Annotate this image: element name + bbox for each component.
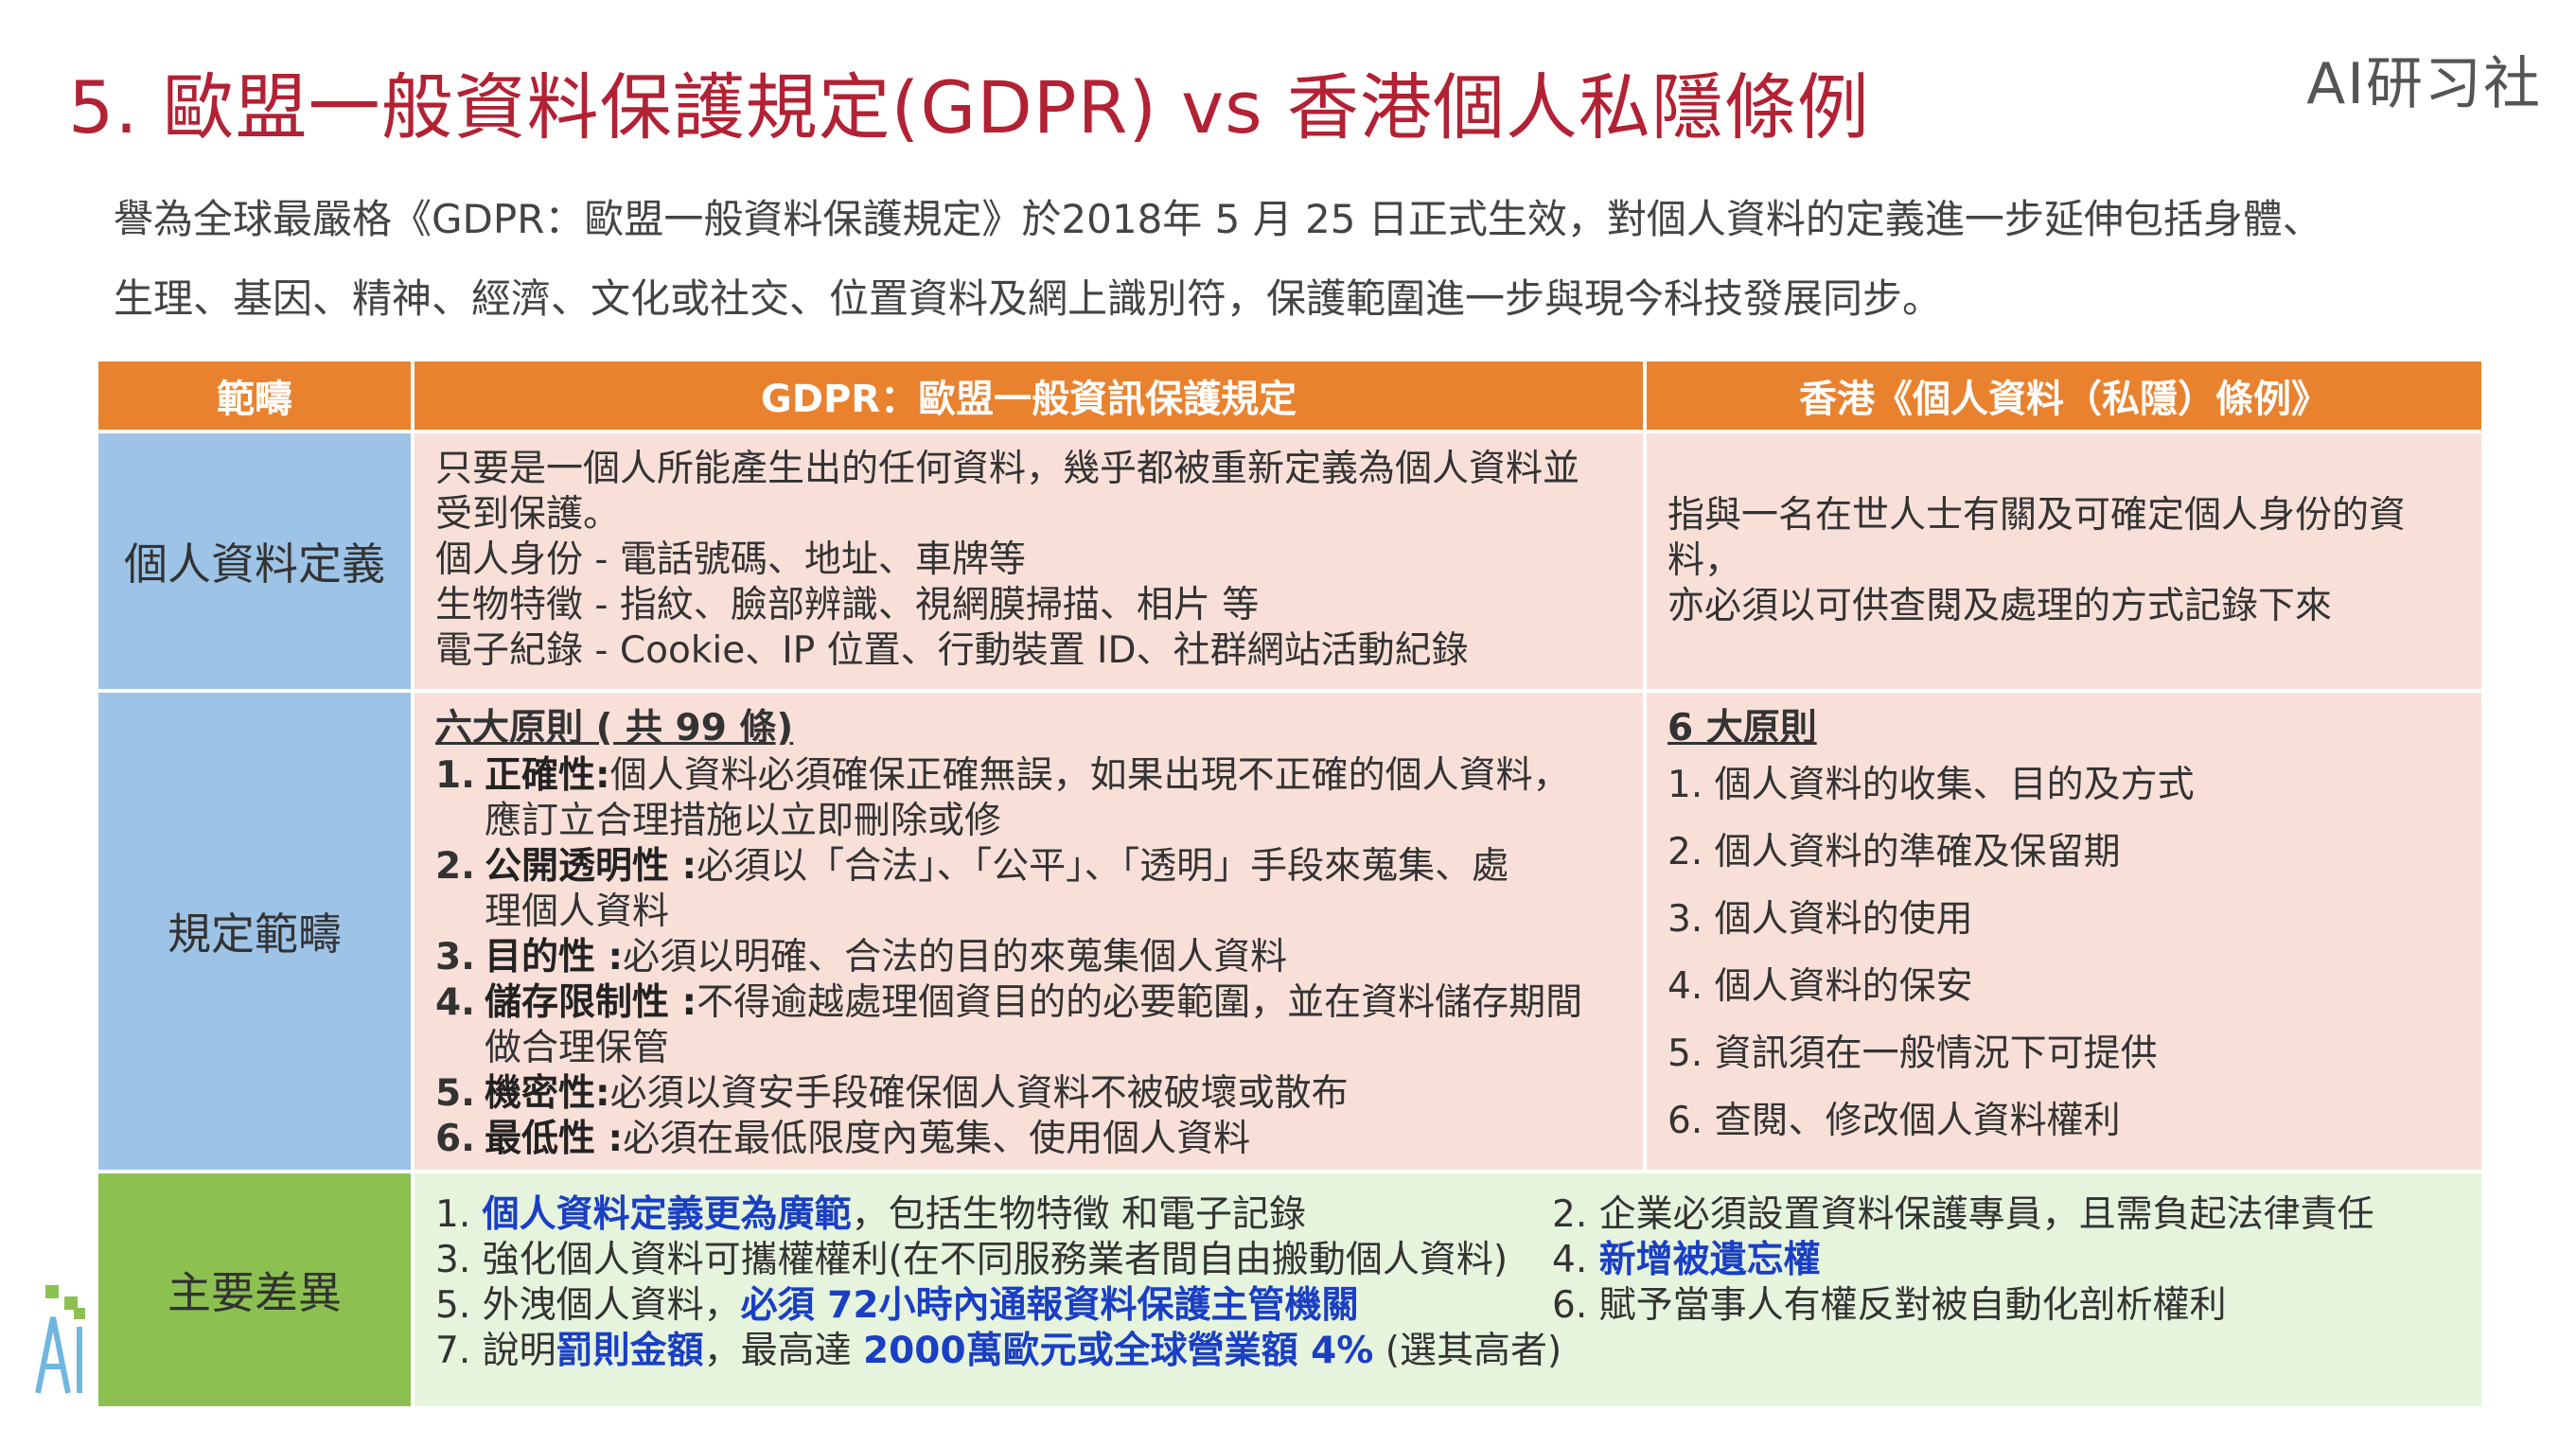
header-gdpr: GDPR：歐盟一般資訊保護規定 [415,362,1643,430]
principle-term: 公開透明性 : [484,845,697,888]
item-number: 6. [435,1118,475,1160]
hk-def-line: 指與一名在世人士有關及可確定個人身份的資料， [1667,494,2407,582]
gdpr-principles-heading: 六大原則 ( 共 99 條) [435,707,794,749]
table-row-personal-data: 個人資料定義 只要是一個人所能產生出的任何資料，幾乎都被重新定義為個人資料並 受… [98,433,2481,689]
principle-continued: 應訂立合理措施以立即刪除或修 [485,800,1002,842]
header-category: 範疇 [98,362,411,430]
differences-right-column: 2. 企業必須設置資料保護專員，且需負起法律責任 4. 新增被遺忘權 6. 賦予… [1552,1192,2461,1374]
difference-item-1: 1. 個人資料定義更為廣範，包括生物特徵 和電子記錄 [435,1192,1552,1238]
principle-text: 必須以明確、合法的目的來蒐集個人資料 [623,936,1288,979]
gdpr-personal-data-cell: 只要是一個人所能產生出的任何資料，幾乎都被重新定義為個人資料並 受到保護。 個人… [415,433,1643,689]
highlight-text: 2000萬歐元或全球營業額 4% [863,1330,1374,1372]
highlight-text: 必須 72小時內通報資料保護主管機關 [740,1284,1359,1327]
principle-term: 機密性: [484,1072,610,1115]
highlight-text: 個人資料定義更為廣範 [482,1193,852,1236]
gdpr-scope-cell: 六大原則 ( 共 99 條) 1. 正確性:個人資料必須確保正確無誤，如果出現不正… [415,693,1643,1170]
difference-item-2: 2. 企業必須設置資料保護專員，且需負起法律責任 [1552,1193,2374,1236]
highlight-text: 新增被遺忘權 [1598,1239,1821,1281]
item-number: 2. [435,845,475,888]
list-item: 2. 公開透明性 :必須以「合法」、「公平」、「透明」手段來蒐集、處 理個人資料 [435,844,1622,935]
table-row-differences: 主要差異 1. 個人資料定義更為廣範，包括生物特徵 和電子記錄 3. 強化個人資… [98,1173,2481,1406]
category-scope: 規定範疇 [98,693,411,1170]
list-item: 3. 目的性 :必須以明確、合法的目的來蒐集個人資料 [435,935,1622,980]
list-item: 2. 個人資料的準確及保留期 [1667,831,2121,873]
gdpr-principles-list: 1. 正確性:個人資料必須確保正確無誤，如果出現不正確的個人資料， 應訂立合理措施… [435,753,1622,1162]
table-header-row: 範疇 GDPR：歐盟一般資訊保護規定 香港《個人資料（私隱）條例》 [98,362,2481,430]
list-item: 6. 查閱、修改個人資料權利 [1667,1100,2121,1142]
item-number: 1. [435,754,475,797]
item-number: 5. [435,1072,475,1115]
item-text: ，最高達 [703,1330,864,1372]
item-number: 1. [435,1193,483,1236]
intro-paragraph: 譽為全球最嚴格《GDPR：歐盟一般資料保護規定》於2018年 5 月 25 日正… [114,180,2498,339]
highlight-text: 罰則金額 [556,1330,704,1372]
principle-text: 不得逾越處理個資目的的必要範圍，並在資料儲存期間 [697,981,1583,1024]
principle-term: 正確性: [484,754,610,797]
table-row-scope: 規定範疇 六大原則 ( 共 99 條) 1. 正確性:個人資料必須確保正確無誤，如… [98,693,2481,1170]
list-item: 5. 資訊須在一般情況下可提供 [1667,1032,2158,1075]
principle-text: 必須以資安手段確保個人資料不被破壞或散布 [609,1072,1349,1115]
differences-left-column: 1. 個人資料定義更為廣範，包括生物特徵 和電子記錄 3. 強化個人資料可攜權權… [435,1192,1561,1374]
category-personal-data: 個人資料定義 [98,433,411,689]
item-text: 7. 說明 [435,1330,556,1372]
list-item: 5. 機密性:必須以資安手段確保個人資料不被破壞或散布 [435,1071,1622,1117]
header-hk-ordinance: 香港《個人資料（私隱）條例》 [1647,362,2481,430]
item-text: 5. 外洩個人資料， [435,1284,741,1327]
gdpr-def-line: 生物特徵 - 指紋、臉部辨識、視網膜掃描、相片 等 [435,584,1260,626]
category-differences: 主要差異 [98,1173,411,1406]
difference-item-3: 3. 強化個人資料可攜權權利(在不同服務業者間自由搬動個人資料) [435,1239,1509,1281]
difference-item-5: 5. 外洩個人資料，必須 72小時內通報資料保護主管機關 [435,1283,1552,1329]
gdpr-def-line: 受到保護。 [435,493,621,536]
gdpr-def-line: 只要是一個人所能產生出的任何資料，幾乎都被重新定義為個人資料並 [435,448,1580,490]
intro-line-2: 生理、基因、精神、經濟、文化或社交、位置資料及網上識別符，保護範圍進一步與現今科… [114,275,1943,322]
principle-term: 最低性 : [484,1118,624,1160]
principle-term: 儲存限制性 : [484,981,697,1024]
brand-logo: AI研习社 [2306,51,2542,117]
list-item: 1. 個人資料的收集、目的及方式 [1667,764,2195,806]
hk-scope-cell: 6 大原則 1. 個人資料的收集、目的及方式 2. 個人資料的準確及保留期 3.… [1647,693,2481,1170]
difference-item-4: 4. 新增被遺忘權 [1552,1238,2461,1283]
difference-item-7: 7. 說明罰則金額，最高達 2000萬歐元或全球營業額 4% (選其高者) [435,1329,1561,1374]
item-text: (選其高者) [1373,1330,1562,1372]
hk-personal-data-cell: 指與一名在世人士有關及可確定個人身份的資料， 亦必須以可供查閱及處理的方式記錄下… [1647,433,2481,689]
principle-text: 必須在最低限度內蒐集、使用個人資料 [623,1118,1251,1160]
principle-text: 個人資料必須確保正確無誤，如果出現不正確的個人資料， [609,754,1570,797]
item-number: 4. [435,981,475,1024]
principle-continued: 做合理保管 [485,1027,670,1069]
gdpr-def-line: 個人身份 - 電話號碼、地址、車牌等 [435,538,1026,581]
list-item: 3. 個人資料的使用 [1667,898,1973,941]
list-item: 4. 儲存限制性 :不得逾越處理個資目的的必要範圍，並在資料儲存期間 做合理保管 [435,980,1622,1071]
item-number: 4. [1552,1239,1599,1281]
gdpr-def-line: 電子紀錄 - Cookie、IP 位置、行動裝置 ID、社群網站活動紀錄 [435,629,1469,672]
list-item: 1. 正確性:個人資料必須確保正確無誤，如果出現不正確的個人資料， 應訂立合理措施… [435,753,1622,844]
hk-principles-heading: 6 大原則 [1667,707,1817,749]
list-item: 4. 個人資料的保安 [1667,965,1973,1008]
principle-text: 必須以「合法」、「公平」、「透明」手段來蒐集、處 [697,845,1509,888]
item-number: 3. [435,936,475,979]
list-item: 6. 最低性 :必須在最低限度內蒐集、使用個人資料 [435,1117,1622,1162]
principle-term: 目的性 : [484,936,624,979]
differences-grid: 1. 個人資料定義更為廣範，包括生物特徵 和電子記錄 3. 強化個人資料可攜權權… [435,1192,2461,1374]
comparison-table: 範疇 GDPR：歐盟一般資訊保護規定 香港《個人資料（私隱）條例》 個人資料定義… [95,358,2485,1410]
hk-principles-list: 1. 個人資料的收集、目的及方式 2. 個人資料的準確及保留期 3. 個人資料的… [1667,763,2461,1144]
difference-item-6: 6. 賦予當事人有權反對被自動化剖析權利 [1552,1284,2227,1327]
intro-line-1: 譽為全球最嚴格《GDPR：歐盟一般資料保護規定》於2018年 5 月 25 日正… [114,196,2322,242]
principle-continued: 理個人資料 [485,891,670,933]
item-text: ，包括生物特徵 和電子記錄 [851,1193,1307,1236]
hk-def-line: 亦必須以可供查閱及處理的方式記錄下來 [1667,585,2333,627]
differences-cell: 1. 個人資料定義更為廣範，包括生物特徵 和電子記錄 3. 強化個人資料可攜權權… [415,1173,2481,1406]
ai-logo-icon [35,1285,85,1394]
slide-title: 5. 歐盟一般資料保護規定(GDPR) vs 香港個人私隱條例 [68,65,1870,150]
